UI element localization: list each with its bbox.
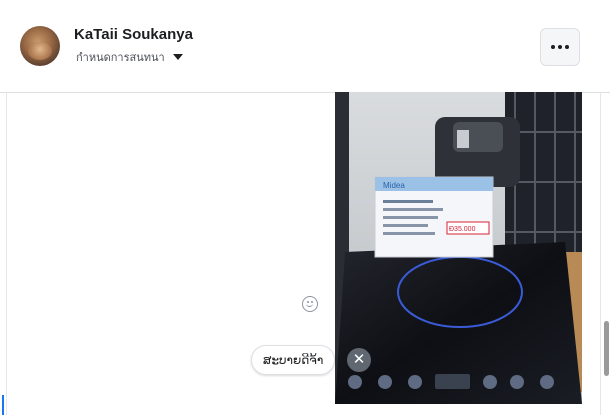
more-icon bbox=[551, 45, 555, 49]
divider bbox=[6, 92, 7, 415]
brand-label: Midea bbox=[383, 181, 405, 190]
smiley-icon[interactable] bbox=[302, 296, 318, 312]
focus-indicator bbox=[2, 395, 4, 415]
shared-photo[interactable]: Midea Đ35.000 bbox=[335, 92, 582, 404]
quick-reply-chip[interactable]: ສະບາຍດີຈ້າ bbox=[251, 345, 336, 375]
chevron-down-icon bbox=[172, 54, 183, 60]
scrollbar[interactable] bbox=[604, 321, 609, 376]
contact-name[interactable]: KaTaii Soukanya bbox=[74, 26, 193, 43]
avatar[interactable] bbox=[20, 26, 60, 66]
quick-reply-label: ສະບາຍດີຈ້າ bbox=[263, 353, 324, 367]
photo-content: Midea Đ35.000 bbox=[335, 92, 582, 404]
more-options-button[interactable] bbox=[540, 28, 580, 66]
divider bbox=[600, 92, 601, 415]
price-label: Đ35.000 bbox=[449, 226, 476, 233]
close-icon[interactable]: ✕ bbox=[347, 348, 371, 372]
conversation-settings[interactable]: กำหนดการสนทนา bbox=[76, 48, 183, 66]
chat-header: KaTaii Soukanya กำหนดการสนทนา bbox=[0, 0, 610, 93]
conversation-settings-label: กำหนดการสนทนา bbox=[76, 52, 165, 64]
